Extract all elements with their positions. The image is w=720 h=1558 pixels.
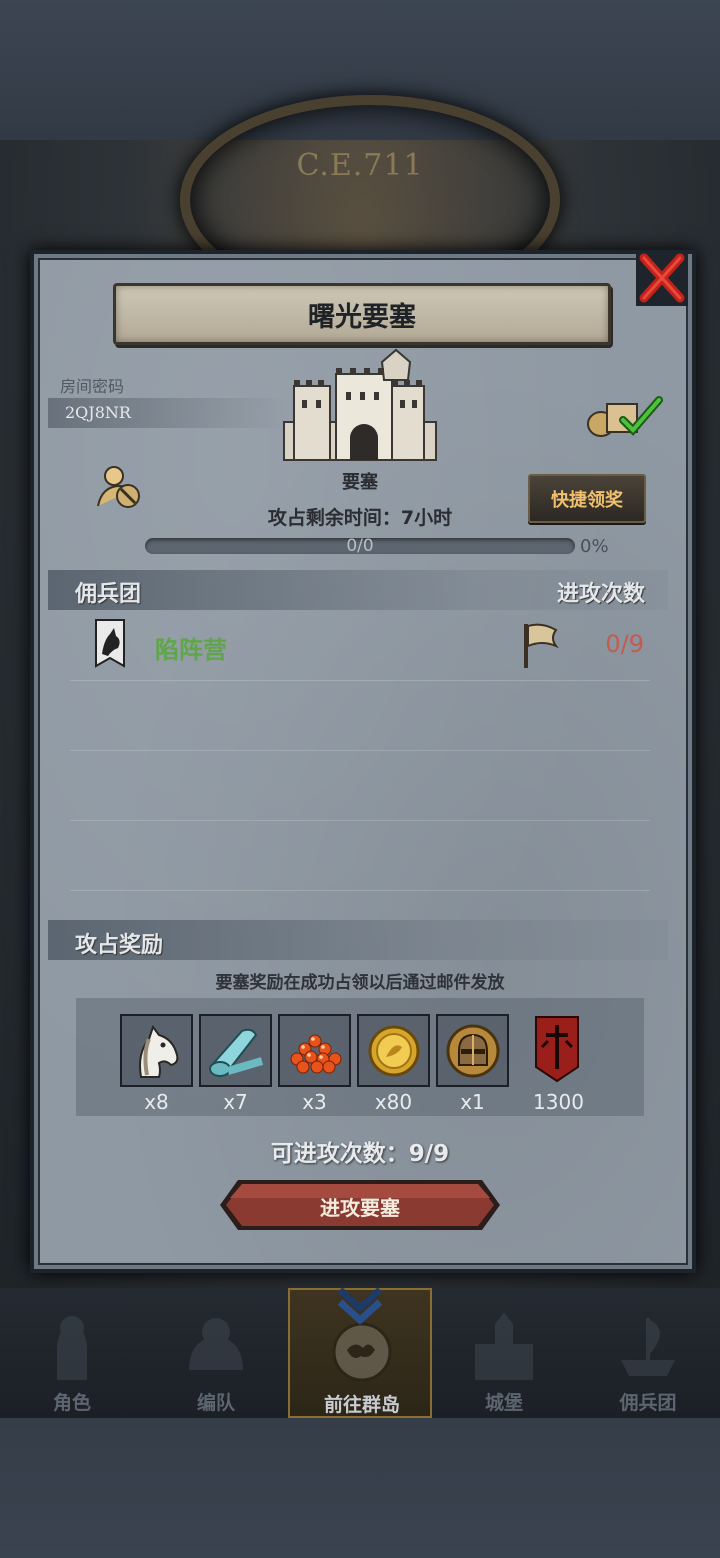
reward-note: 要塞奖励在成功占领以后通过邮件发放: [215, 973, 505, 993]
castle-icon: [475, 1312, 533, 1380]
flag-icon: [524, 623, 560, 668]
reward-slot: [436, 1014, 509, 1087]
reward-item[interactable]: x80: [357, 1014, 430, 1114]
wolf-banner-icon: [95, 619, 125, 668]
reward-item[interactable]: 1300: [522, 1014, 595, 1114]
reward-slot: [120, 1014, 193, 1087]
nav-label: 前往群岛: [323, 1394, 400, 1416]
reward-pack-check-icon[interactable]: [585, 392, 665, 440]
quick-claim-label: 快捷领奖: [551, 489, 623, 511]
reward-item[interactable]: x3: [278, 1014, 351, 1114]
room-code[interactable]: 2QJ8NR: [65, 403, 131, 422]
reward-section-title: 攻占奖励: [75, 933, 164, 958]
knight-icon: [57, 1316, 87, 1380]
mercenary-attack-count: 0/9: [605, 630, 644, 658]
gold-coin-icon: [368, 1025, 419, 1076]
progress-text: 0/0: [346, 536, 374, 556]
reward-quantity: x1: [460, 1090, 485, 1114]
reward-quantity: x3: [302, 1090, 327, 1114]
fortress-icon: [283, 348, 437, 461]
nav-item-formation[interactable]: 编队: [144, 1288, 288, 1418]
mercenary-name: 陷阵营: [155, 636, 227, 664]
dialog-title: 曙光要塞: [308, 301, 416, 333]
empty-row-divider: [70, 750, 650, 751]
attack-button-label: 进攻要塞: [320, 1196, 400, 1220]
attack-fortress-button[interactable]: 进攻要塞: [218, 1178, 502, 1232]
nav-label: 编队: [196, 1392, 235, 1414]
empty-row-divider: [70, 890, 650, 891]
bottom-background: [0, 1418, 720, 1558]
close-icon: [639, 253, 685, 303]
reward-quantity: x7: [223, 1090, 248, 1114]
reward-item[interactable]: x7: [199, 1014, 272, 1114]
nav-item-character[interactable]: 角色: [0, 1288, 144, 1418]
reward-quantity: x8: [144, 1090, 169, 1114]
nav-label: 佣兵团: [619, 1392, 677, 1414]
progress-percent: 0%: [580, 536, 609, 557]
nav-item-castle[interactable]: 城堡: [432, 1288, 576, 1418]
chevron-down-icon: [337, 1287, 383, 1325]
nav-label: 角色: [52, 1392, 91, 1414]
attack-count-header: 进攻次数: [556, 582, 645, 607]
reward-slot: [278, 1014, 351, 1087]
helmet-icon: [446, 1024, 499, 1077]
orange-gems-icon: [290, 1034, 341, 1073]
horse-icon: [138, 1024, 178, 1078]
nav-label: 城堡: [484, 1392, 523, 1414]
reward-quantity: 1300: [533, 1090, 584, 1114]
reward-slot: [357, 1014, 430, 1087]
empty-row-divider: [70, 820, 650, 821]
attempts-remaining: 可进攻次数：9/9: [270, 1141, 450, 1167]
close-button[interactable]: [636, 250, 688, 306]
reward-slot: [522, 1014, 591, 1083]
sword-banner-icon: [534, 1015, 579, 1082]
era-label: C.E.711: [296, 148, 424, 183]
reward-quantity: x80: [374, 1090, 413, 1114]
helmet-group-icon: [189, 1318, 243, 1370]
quick-claim-button[interactable]: 快捷领奖: [528, 474, 646, 523]
reward-slot: [199, 1014, 272, 1087]
reward-item[interactable]: x1: [436, 1014, 509, 1114]
mercenary-section-title: 佣兵团: [75, 582, 142, 607]
nav-item-mercenary[interactable]: 佣兵团: [576, 1288, 720, 1418]
cloth-roll-icon: [208, 1028, 263, 1077]
ship-icon: [621, 1318, 675, 1376]
reward-item[interactable]: x8: [120, 1014, 193, 1114]
room-password-label: 房间密码: [60, 377, 125, 396]
title-banner: 曙光要塞: [113, 283, 611, 345]
hide-player-icon[interactable]: [96, 464, 144, 510]
mercenary-row[interactable]: 陷阵营 0/9: [70, 612, 650, 681]
